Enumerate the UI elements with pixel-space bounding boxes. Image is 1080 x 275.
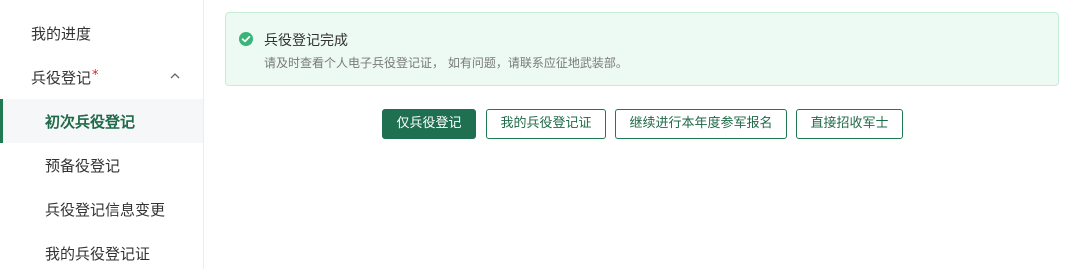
sidebar-item-my-certificate[interactable]: 我的兵役登记证 (0, 231, 203, 275)
sidebar-group-label: 兵役登记* (31, 67, 99, 88)
sidebar-item-registration-change[interactable]: 兵役登记信息变更 (0, 187, 203, 231)
sidebar: 我的进度 兵役登记* 初次兵役登记 预备役登记 兵役登记信息变更 我的兵役登记证 (0, 0, 204, 269)
required-mark: * (92, 68, 99, 83)
sidebar-item-label: 初次兵役登记 (45, 113, 136, 131)
sidebar-item-label: 兵役登记信息变更 (45, 201, 166, 219)
sidebar-group-military-registration[interactable]: 兵役登记* (0, 63, 203, 91)
sidebar-group-text: 兵役登记 (31, 69, 92, 87)
success-notice: 兵役登记完成 请及时查看个人电子兵役登记证， 如有问题，请联系应征地武装部。 (225, 12, 1059, 86)
my-certificate-button[interactable]: 我的兵役登记证 (486, 109, 606, 139)
sidebar-item-label: 我的进度 (31, 25, 92, 43)
direct-recruit-button[interactable]: 直接招收军士 (796, 109, 903, 139)
sidebar-item-initial-registration[interactable]: 初次兵役登记 (0, 99, 203, 143)
register-only-button[interactable]: 仅兵役登记 (382, 109, 476, 139)
sidebar-item-reserve-registration[interactable]: 预备役登记 (0, 143, 203, 187)
sidebar-item-label: 预备役登记 (45, 157, 121, 175)
sidebar-item-my-progress[interactable]: 我的进度 (0, 20, 203, 46)
chevron-up-icon[interactable] (168, 69, 182, 83)
notice-title: 兵役登记完成 (264, 33, 348, 49)
continue-enlistment-button[interactable]: 继续进行本年度参军报名 (615, 109, 787, 139)
notice-description: 请及时查看个人电子兵役登记证， 如有问题，请联系应征地武装部。 (264, 56, 628, 70)
sidebar-item-label: 我的兵役登记证 (45, 245, 151, 263)
check-circle-icon (239, 32, 253, 46)
